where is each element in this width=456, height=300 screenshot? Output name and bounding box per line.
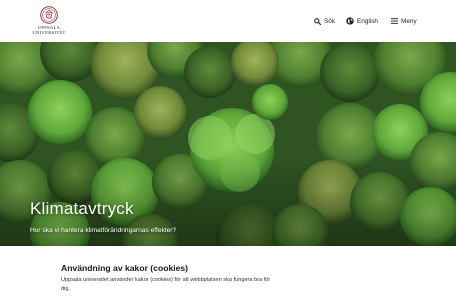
- globe-icon: [346, 17, 354, 25]
- cookie-description: Uppsala universitet använder kakor (cook…: [61, 277, 271, 292]
- hero-subtitle: Hur ska vi hantera klimatförändringarnas…: [30, 227, 177, 234]
- hamburger-menu-icon: [391, 18, 398, 24]
- search-label: Sök: [324, 17, 336, 25]
- site-header: UPPSALA UNIVERSITET Sök English Meny: [0, 0, 456, 42]
- search-icon: [314, 17, 321, 25]
- hero-banner: Klimatavtryck Hur ska vi hantera klimatf…: [0, 42, 456, 246]
- uppsala-university-logo[interactable]: UPPSALA UNIVERSITET: [31, 6, 67, 38]
- university-seal-icon: [40, 6, 58, 24]
- logo-line-2: UNIVERSITET: [32, 30, 66, 36]
- logo-wordmark: UPPSALA UNIVERSITET: [31, 25, 67, 35]
- language-button[interactable]: English: [346, 14, 378, 28]
- search-button[interactable]: Sök: [314, 14, 335, 28]
- hero-title: Klimatavtryck: [30, 199, 134, 218]
- menu-button[interactable]: Meny: [391, 14, 417, 28]
- cookie-consent-panel: Användning av kakor (cookies) Uppsala un…: [0, 246, 456, 300]
- language-label: English: [357, 17, 378, 25]
- menu-label: Meny: [401, 17, 417, 25]
- cookie-title: Användning av kakor (cookies): [61, 263, 189, 273]
